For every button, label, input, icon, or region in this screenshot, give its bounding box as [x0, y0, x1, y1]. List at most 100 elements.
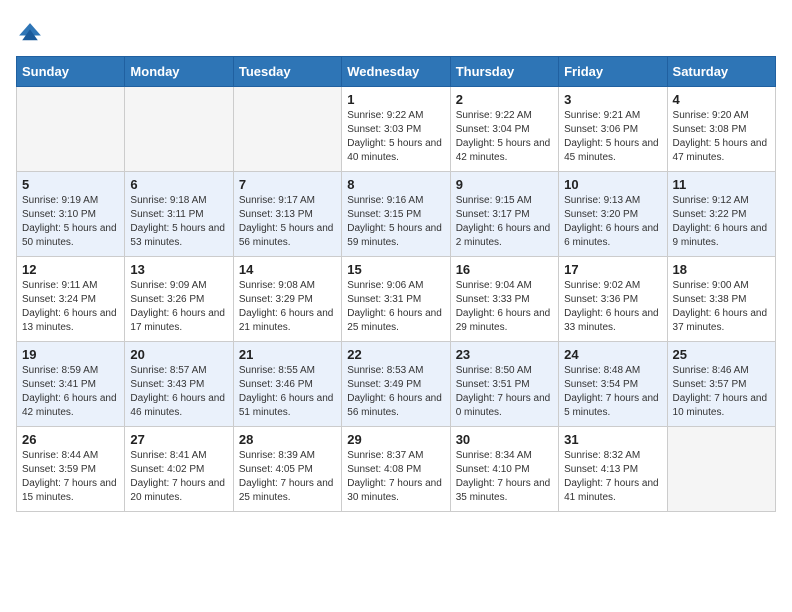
- weekday-header: Monday: [125, 57, 233, 87]
- day-info: Sunrise: 8:46 AMSunset: 3:57 PMDaylight:…: [673, 364, 770, 420]
- day-info: Sunrise: 9:08 AMSunset: 3:29 PMDaylight:…: [239, 279, 336, 335]
- calendar-day-cell: [125, 87, 233, 172]
- day-number: 11: [673, 177, 770, 192]
- calendar-day-cell: 16 Sunrise: 9:04 AMSunset: 3:33 PMDayligh…: [450, 257, 558, 342]
- calendar-day-cell: 14 Sunrise: 9:08 AMSunset: 3:29 PMDayligh…: [233, 257, 341, 342]
- day-number: 10: [564, 177, 661, 192]
- weekday-header: Thursday: [450, 57, 558, 87]
- calendar-day-cell: [17, 87, 125, 172]
- day-number: 29: [347, 432, 444, 447]
- day-info: Sunrise: 9:06 AMSunset: 3:31 PMDaylight:…: [347, 279, 444, 335]
- calendar-day-cell: 30 Sunrise: 8:34 AMSunset: 4:10 PMDayligh…: [450, 427, 558, 512]
- calendar-day-cell: 10 Sunrise: 9:13 AMSunset: 3:20 PMDayligh…: [559, 172, 667, 257]
- day-info: Sunrise: 8:41 AMSunset: 4:02 PMDaylight:…: [130, 449, 227, 505]
- calendar-day-cell: 6 Sunrise: 9:18 AMSunset: 3:11 PMDaylight…: [125, 172, 233, 257]
- day-number: 21: [239, 347, 336, 362]
- day-info: Sunrise: 9:21 AMSunset: 3:06 PMDaylight:…: [564, 109, 661, 165]
- day-info: Sunrise: 9:12 AMSunset: 3:22 PMDaylight:…: [673, 194, 770, 250]
- day-info: Sunrise: 8:57 AMSunset: 3:43 PMDaylight:…: [130, 364, 227, 420]
- calendar-day-cell: 12Sunrise: 9:11 AMSunset: 3:24 PMDayligh…: [17, 257, 125, 342]
- calendar-day-cell: 31 Sunrise: 8:32 AMSunset: 4:13 PMDayligh…: [559, 427, 667, 512]
- day-number: 28: [239, 432, 336, 447]
- calendar-day-cell: [667, 427, 775, 512]
- calendar-day-cell: 13 Sunrise: 9:09 AMSunset: 3:26 PMDayligh…: [125, 257, 233, 342]
- weekday-header: Saturday: [667, 57, 775, 87]
- day-info: Sunrise: 9:02 AMSunset: 3:36 PMDaylight:…: [564, 279, 661, 335]
- day-number: 8: [347, 177, 444, 192]
- day-info: Sunrise: 8:44 AMSunset: 3:59 PMDaylight:…: [22, 449, 119, 505]
- calendar-day-cell: 4 Sunrise: 9:20 AMSunset: 3:08 PMDaylight…: [667, 87, 775, 172]
- calendar-day-cell: 15 Sunrise: 9:06 AMSunset: 3:31 PMDayligh…: [342, 257, 450, 342]
- calendar-day-cell: 19 Sunrise: 8:59 AMSunset: 3:41 PMDayligh…: [17, 342, 125, 427]
- calendar-day-cell: 29 Sunrise: 8:37 AMSunset: 4:08 PMDayligh…: [342, 427, 450, 512]
- day-number: 17: [564, 262, 661, 277]
- day-number: 6: [130, 177, 227, 192]
- calendar-day-cell: 7Sunrise: 9:17 AMSunset: 3:13 PMDaylight…: [233, 172, 341, 257]
- calendar-day-cell: 27 Sunrise: 8:41 AMSunset: 4:02 PMDayligh…: [125, 427, 233, 512]
- day-number: 5: [22, 177, 119, 192]
- day-number: 20: [130, 347, 227, 362]
- day-info: Sunrise: 9:18 AMSunset: 3:11 PMDaylight:…: [130, 194, 227, 250]
- day-info: Sunrise: 8:39 AMSunset: 4:05 PMDaylight:…: [239, 449, 336, 505]
- day-number: 27: [130, 432, 227, 447]
- calendar-week-row: 5 Sunrise: 9:19 AMSunset: 3:10 PMDaylight…: [17, 172, 776, 257]
- day-number: 7: [239, 177, 336, 192]
- day-info: Sunrise: 8:48 AMSunset: 3:54 PMDaylight:…: [564, 364, 661, 420]
- day-number: 1: [347, 92, 444, 107]
- day-info: Sunrise: 9:09 AMSunset: 3:26 PMDaylight:…: [130, 279, 227, 335]
- calendar-day-cell: 17 Sunrise: 9:02 AMSunset: 3:36 PMDayligh…: [559, 257, 667, 342]
- day-number: 25: [673, 347, 770, 362]
- day-number: 13: [130, 262, 227, 277]
- day-info: Sunrise: 8:37 AMSunset: 4:08 PMDaylight:…: [347, 449, 444, 505]
- calendar-day-cell: 21Sunrise: 8:55 AMSunset: 3:46 PMDayligh…: [233, 342, 341, 427]
- calendar-day-cell: 25 Sunrise: 8:46 AMSunset: 3:57 PMDayligh…: [667, 342, 775, 427]
- day-info: Sunrise: 9:16 AMSunset: 3:15 PMDaylight:…: [347, 194, 444, 250]
- day-number: 15: [347, 262, 444, 277]
- day-number: 26: [22, 432, 119, 447]
- calendar-day-cell: 5 Sunrise: 9:19 AMSunset: 3:10 PMDaylight…: [17, 172, 125, 257]
- day-info: Sunrise: 9:22 AMSunset: 3:04 PMDaylight:…: [456, 109, 553, 165]
- logo: [16, 20, 48, 48]
- day-number: 2: [456, 92, 553, 107]
- page-header: [16, 16, 776, 48]
- day-number: 23: [456, 347, 553, 362]
- day-info: Sunrise: 9:11 AMSunset: 3:24 PMDaylight:…: [22, 279, 119, 335]
- calendar-day-cell: 2 Sunrise: 9:22 AMSunset: 3:04 PMDaylight…: [450, 87, 558, 172]
- weekday-header: Tuesday: [233, 57, 341, 87]
- logo-icon: [16, 20, 44, 48]
- day-info: Sunrise: 8:34 AMSunset: 4:10 PMDaylight:…: [456, 449, 553, 505]
- day-info: Sunrise: 9:22 AMSunset: 3:03 PMDaylight:…: [347, 109, 444, 165]
- calendar-week-row: 12Sunrise: 9:11 AMSunset: 3:24 PMDayligh…: [17, 257, 776, 342]
- calendar-day-cell: 11 Sunrise: 9:12 AMSunset: 3:22 PMDayligh…: [667, 172, 775, 257]
- calendar-day-cell: 8 Sunrise: 9:16 AMSunset: 3:15 PMDaylight…: [342, 172, 450, 257]
- day-info: Sunrise: 9:04 AMSunset: 3:33 PMDaylight:…: [456, 279, 553, 335]
- day-info: Sunrise: 9:13 AMSunset: 3:20 PMDaylight:…: [564, 194, 661, 250]
- day-number: 3: [564, 92, 661, 107]
- calendar-day-cell: 23 Sunrise: 8:50 AMSunset: 3:51 PMDayligh…: [450, 342, 558, 427]
- day-number: 4: [673, 92, 770, 107]
- calendar-day-cell: 18Sunrise: 9:00 AMSunset: 3:38 PMDayligh…: [667, 257, 775, 342]
- calendar-day-cell: 28 Sunrise: 8:39 AMSunset: 4:05 PMDayligh…: [233, 427, 341, 512]
- day-info: Sunrise: 9:20 AMSunset: 3:08 PMDaylight:…: [673, 109, 770, 165]
- calendar-table: SundayMondayTuesdayWednesdayThursdayFrid…: [16, 56, 776, 512]
- day-number: 14: [239, 262, 336, 277]
- day-number: 16: [456, 262, 553, 277]
- calendar-week-row: 26 Sunrise: 8:44 AMSunset: 3:59 PMDayligh…: [17, 427, 776, 512]
- day-info: Sunrise: 8:53 AMSunset: 3:49 PMDaylight:…: [347, 364, 444, 420]
- day-info: Sunrise: 8:32 AMSunset: 4:13 PMDaylight:…: [564, 449, 661, 505]
- calendar-day-cell: 26 Sunrise: 8:44 AMSunset: 3:59 PMDayligh…: [17, 427, 125, 512]
- day-info: Sunrise: 9:15 AMSunset: 3:17 PMDaylight:…: [456, 194, 553, 250]
- day-number: 19: [22, 347, 119, 362]
- weekday-header: Friday: [559, 57, 667, 87]
- calendar-day-cell: 1 Sunrise: 9:22 AMSunset: 3:03 PMDaylight…: [342, 87, 450, 172]
- day-info: Sunrise: 8:50 AMSunset: 3:51 PMDaylight:…: [456, 364, 553, 420]
- day-number: 31: [564, 432, 661, 447]
- calendar-day-cell: 9Sunrise: 9:15 AMSunset: 3:17 PMDaylight…: [450, 172, 558, 257]
- day-number: 22: [347, 347, 444, 362]
- weekday-header: Wednesday: [342, 57, 450, 87]
- day-info: Sunrise: 8:59 AMSunset: 3:41 PMDaylight:…: [22, 364, 119, 420]
- day-info: Sunrise: 9:19 AMSunset: 3:10 PMDaylight:…: [22, 194, 119, 250]
- weekday-header: Sunday: [17, 57, 125, 87]
- weekday-header-row: SundayMondayTuesdayWednesdayThursdayFrid…: [17, 57, 776, 87]
- day-number: 30: [456, 432, 553, 447]
